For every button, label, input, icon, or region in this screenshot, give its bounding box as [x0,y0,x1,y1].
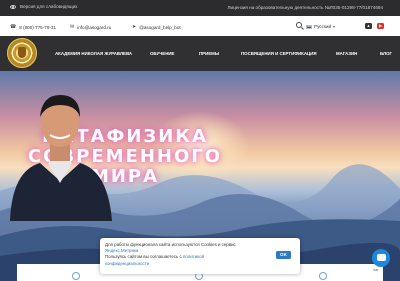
search-icon[interactable] [296,22,302,28]
language-label: Русский [314,24,332,29]
telegram-handle: @asogard_help_bot [139,24,181,30]
nav-item-shop[interactable]: МАГАЗИН [336,51,357,56]
mail-icon: ✉ [70,24,75,30]
telegram-icon: ➤ [132,24,137,30]
privacy-policy-link[interactable]: политикой [183,254,204,259]
nav-item-academy[interactable]: АКАДЕМИЯ НИКОЛАЯ ЖУРАВЛЕВА [55,51,132,56]
speaker-photo [10,95,112,221]
chat-icon[interactable] [372,249,390,267]
email-address: info@asogard.ru [77,24,112,30]
phone-icon: ☎ [10,24,17,30]
phone-number: 8 (800) 775-78-31 [19,24,57,30]
youtube-icon[interactable]: ▶ [377,23,384,29]
cookie-ok-button[interactable]: OK [276,251,291,259]
nav-item-education[interactable]: ОБУЧЕНИЕ [150,51,174,56]
nav-item-blog[interactable]: БЛОГ [380,51,392,56]
cookie-text-1: Для работы функционала сайта используютс… [105,242,236,247]
contact-bar: ☎ 8 (800) 775-78-31 ✉ info@asogard.ru ➤ … [0,16,400,36]
chevron-down-icon: ▾ [333,24,336,29]
vk-icon[interactable]: ▲ [365,23,372,29]
cookie-notice: Для работы функционала сайта используютс… [100,238,300,274]
language-selector[interactable]: Русский ▾ [306,24,335,29]
top-bar: Версия для слабовидящих Лицензия на обра… [0,0,400,16]
license-text: Лицензия на образовательную деятельность… [227,5,383,10]
cookie-text-2: Пользуясь сайтом вы соглашаетесь с [105,254,182,260]
telegram-link[interactable]: ➤ @asogard_help_bot [132,24,181,30]
academy-logo[interactable] [7,38,37,68]
main-nav: АКАДЕМИЯ НИКОЛАЯ ЖУРАВЛЕВА ОБУЧЕНИЕ ПРИЕ… [0,36,400,71]
accessible-version-link[interactable]: Версия для слабовидящих [10,4,77,9]
accessible-version-label: Версия для слабовидящих [20,4,78,9]
feature-icon [72,272,80,280]
feature-icon [319,272,327,280]
phone-link[interactable]: ☎ 8 (800) 775-78-31 [10,24,56,30]
nav-item-initiations[interactable]: ПОСВЯЩЕНИЯ И СЕРТИФИКАЦИЯ [241,51,317,56]
email-link[interactable]: ✉ info@asogard.ru [70,24,111,30]
chat-label: Чат [373,268,379,272]
metrika-link[interactable]: Яндекс.Метрика [105,248,138,253]
flag-ru-icon [306,24,312,29]
nav-item-receptions[interactable]: ПРИЕМЫ [199,51,219,56]
eye-icon [10,4,16,9]
privacy-policy-link-2[interactable]: конфиденциальности [105,261,149,266]
